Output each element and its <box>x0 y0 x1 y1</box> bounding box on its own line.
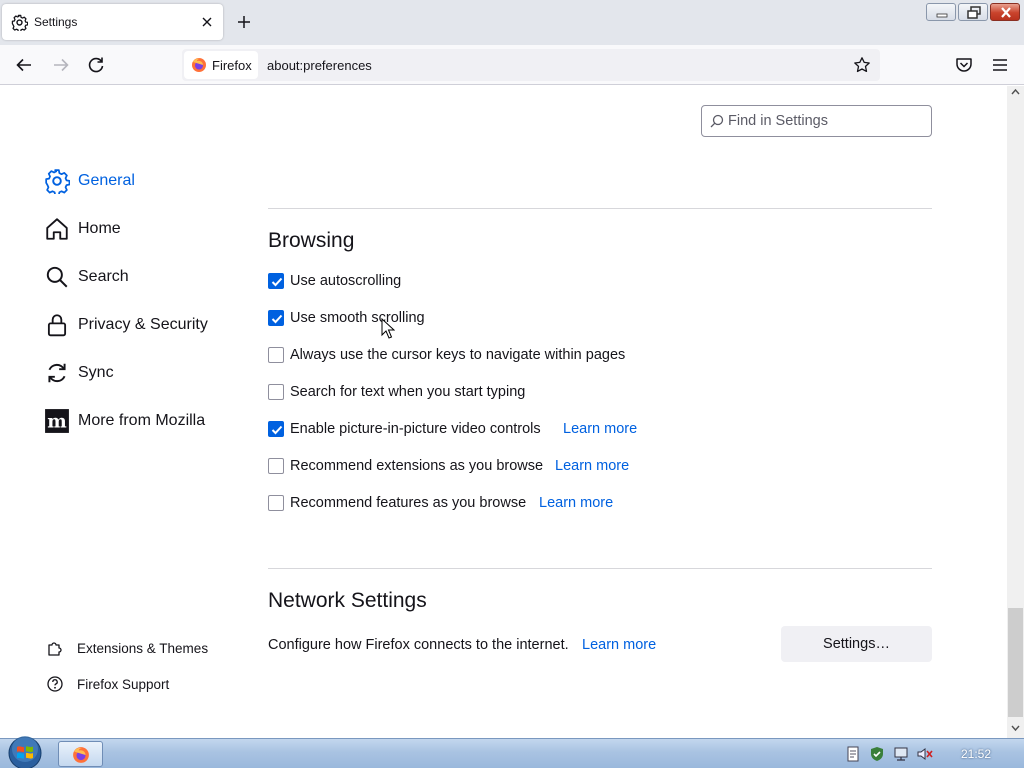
category-label: Search <box>78 268 129 285</box>
autoscrolling-checkbox[interactable] <box>268 273 284 289</box>
action-center-icon[interactable] <box>845 746 861 762</box>
firefox-support-link[interactable]: Firefox Support <box>46 673 246 695</box>
minimize-button[interactable] <box>926 3 956 21</box>
smooth-scrolling-checkbox[interactable] <box>268 310 284 326</box>
category-search[interactable]: Search <box>44 263 244 291</box>
category-more-from-mozilla[interactable]: m More from Mozilla <box>44 407 244 435</box>
new-tab-icon[interactable] <box>236 14 252 30</box>
category-home[interactable]: Home <box>44 215 244 243</box>
search-icon <box>46 266 68 288</box>
section-divider <box>268 208 932 209</box>
vertical-scrollbar[interactable] <box>1007 86 1024 738</box>
navigation-toolbar: Firefox about:preferences <box>0 45 1024 85</box>
url-bar[interactable]: Firefox about:preferences <box>182 49 880 81</box>
close-window-button[interactable] <box>990 3 1020 21</box>
close-icon <box>1001 7 1011 18</box>
close-tab-icon[interactable] <box>199 14 215 30</box>
restore-icon <box>967 6 981 19</box>
svg-text:m: m <box>47 412 67 433</box>
category-general[interactable]: General <box>44 167 244 195</box>
firefox-support-label: Firefox Support <box>77 677 170 692</box>
gear-icon <box>11 14 28 31</box>
network-learn-more-link[interactable]: Learn more <box>582 637 656 653</box>
start-button[interactable] <box>6 735 44 768</box>
option-label: Use autoscrolling <box>290 273 402 289</box>
back-arrow-icon[interactable] <box>14 55 34 75</box>
category-label: More from Mozilla <box>78 412 206 429</box>
forward-arrow-icon[interactable] <box>51 55 71 75</box>
lock-icon <box>47 314 67 337</box>
network-settings-button[interactable]: Settings… <box>781 626 932 662</box>
network-icon[interactable] <box>893 746 909 762</box>
recommend-extensions-checkbox[interactable] <box>268 458 284 474</box>
browsing-heading: Browsing <box>268 229 355 252</box>
puzzle-icon <box>48 642 62 656</box>
learn-more-link[interactable]: Learn more <box>539 495 613 511</box>
taskbar-clock[interactable]: 21:52 <box>961 747 991 761</box>
url-text[interactable]: about:preferences <box>267 58 372 73</box>
find-in-settings[interactable] <box>701 105 932 137</box>
option-label: Recommend features as you browse <box>290 495 527 511</box>
recommend-features-checkbox[interactable] <box>268 495 284 511</box>
checkmark-icon <box>271 314 283 324</box>
section-divider <box>268 568 932 569</box>
taskbar-firefox-button[interactable] <box>58 741 103 767</box>
reload-icon[interactable] <box>86 55 106 75</box>
category-privacy[interactable]: Privacy & Security <box>44 311 244 339</box>
bookmark-star-icon[interactable] <box>853 56 871 74</box>
help-icon <box>47 676 63 692</box>
option-label: Search for text when you start typing <box>290 384 526 400</box>
minimize-icon <box>936 13 948 18</box>
mouse-cursor-icon <box>381 318 395 339</box>
mozilla-icon: m <box>45 409 69 433</box>
category-label: General <box>78 172 135 189</box>
menu-hamburger-icon[interactable] <box>990 55 1010 75</box>
learn-more-link[interactable]: Learn more <box>563 421 637 437</box>
identity-label: Firefox <box>212 58 252 73</box>
gear-icon <box>45 169 70 194</box>
search-icon <box>710 114 724 128</box>
extensions-themes-link[interactable]: Extensions & Themes <box>46 637 246 659</box>
volume-muted-icon[interactable] <box>917 746 933 762</box>
learn-more-link[interactable]: Learn more <box>555 458 629 474</box>
search-input[interactable] <box>728 111 924 131</box>
category-sync[interactable]: Sync <box>44 359 244 387</box>
extensions-themes-label: Extensions & Themes <box>77 641 209 656</box>
category-label: Privacy & Security <box>78 316 208 333</box>
home-icon <box>46 218 68 240</box>
identity-box[interactable]: Firefox <box>184 51 258 79</box>
firefox-logo-icon <box>192 58 206 72</box>
network-description: Configure how Firefox connects to the in… <box>268 637 569 653</box>
tab-title: Settings <box>34 15 78 29</box>
settings-page: General Home Search Privacy & Security S… <box>0 86 1007 738</box>
option-label: Enable picture-in-picture video controls <box>290 421 541 437</box>
pocket-icon[interactable] <box>954 55 974 75</box>
checkmark-icon <box>271 425 283 435</box>
category-label: Home <box>78 220 121 237</box>
option-label: Always use the cursor keys to navigate w… <box>290 347 626 363</box>
tab-settings[interactable]: Settings <box>2 4 223 40</box>
sync-icon <box>48 363 66 383</box>
tab-strip: Settings <box>0 0 1024 45</box>
taskbar: 21:52 <box>0 735 1024 768</box>
category-label: Sync <box>78 364 114 381</box>
scroll-down-arrow-icon[interactable] <box>1011 724 1020 732</box>
restore-button[interactable] <box>958 3 988 21</box>
network-settings-heading: Network Settings <box>268 589 427 612</box>
picture-in-picture-checkbox[interactable] <box>268 421 284 437</box>
scrollbar-thumb[interactable] <box>1008 608 1023 717</box>
firefox-logo-icon <box>73 747 89 763</box>
cursor-keys-checkbox[interactable] <box>268 347 284 363</box>
security-shield-icon[interactable] <box>869 746 885 762</box>
search-text-typing-checkbox[interactable] <box>268 384 284 400</box>
option-label: Recommend extensions as you browse <box>290 458 544 474</box>
option-label: Use smooth scrolling <box>290 310 425 326</box>
scroll-up-arrow-icon[interactable] <box>1011 88 1020 96</box>
checkmark-icon <box>271 277 283 287</box>
